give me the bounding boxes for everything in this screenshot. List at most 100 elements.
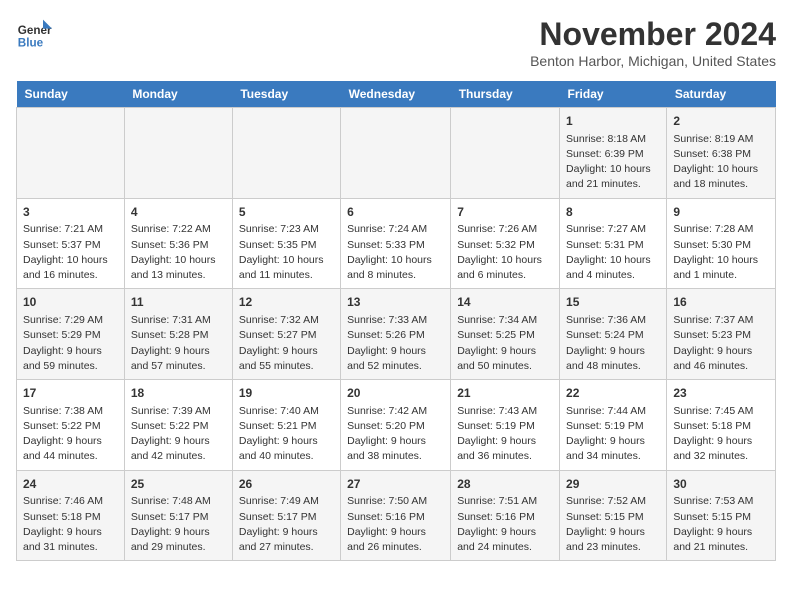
day-number: 8 — [566, 204, 660, 221]
calendar-cell: 18Sunrise: 7:39 AM Sunset: 5:22 PM Dayli… — [124, 380, 232, 471]
calendar-cell — [341, 108, 451, 199]
day-info: Sunrise: 7:51 AM Sunset: 5:16 PM Dayligh… — [457, 494, 553, 555]
calendar-cell: 28Sunrise: 7:51 AM Sunset: 5:16 PM Dayli… — [451, 470, 560, 561]
day-number: 12 — [239, 294, 334, 311]
calendar-cell: 19Sunrise: 7:40 AM Sunset: 5:21 PM Dayli… — [232, 380, 340, 471]
header-day-sunday: Sunday — [17, 81, 125, 108]
calendar-week-4: 17 Sunrise: 7:38 AM Sunset: 5:22 PM Dayli… — [17, 380, 776, 471]
calendar-cell: 21Sunrise: 7:43 AM Sunset: 5:19 PM Dayli… — [451, 380, 560, 471]
day-number: 20 — [347, 385, 444, 402]
day-info: Sunrise: 7:50 AM Sunset: 5:16 PM Dayligh… — [347, 494, 444, 555]
day-info: Sunrise: 7:49 AM Sunset: 5:17 PM Dayligh… — [239, 494, 334, 555]
calendar-cell: 2 Sunrise: 8:19 AM Sunset: 6:38 PM Daylig… — [667, 108, 776, 199]
day-number: 29 — [566, 476, 660, 493]
calendar-cell: 6Sunrise: 7:24 AM Sunset: 5:33 PM Daylig… — [341, 198, 451, 289]
day-info: Sunrise: 7:31 AM Sunset: 5:28 PM Dayligh… — [131, 313, 226, 374]
day-number: 5 — [239, 204, 334, 221]
calendar-header-row: SundayMondayTuesdayWednesdayThursdayFrid… — [17, 81, 776, 108]
day-info: Sunrise: 7:40 AM Sunset: 5:21 PM Dayligh… — [239, 404, 334, 465]
day-number: 15 — [566, 294, 660, 311]
header-day-monday: Monday — [124, 81, 232, 108]
day-info: Sunrise: 7:22 AM Sunset: 5:36 PM Dayligh… — [131, 222, 226, 283]
day-info: Sunrise: 7:24 AM Sunset: 5:33 PM Dayligh… — [347, 222, 444, 283]
day-number: 25 — [131, 476, 226, 493]
calendar-cell: 3Sunrise: 7:21 AM Sunset: 5:37 PM Daylig… — [17, 198, 125, 289]
calendar-cell: 15 Sunrise: 7:36 AM Sunset: 5:24 PM Dayli… — [560, 289, 667, 380]
calendar-cell: 1 Sunrise: 8:18 AM Sunset: 6:39 PM Daylig… — [560, 108, 667, 199]
day-info: Sunrise: 7:28 AM Sunset: 5:30 PM Dayligh… — [673, 222, 769, 283]
calendar-cell: 23 Sunrise: 7:45 AM Sunset: 5:18 PM Dayli… — [667, 380, 776, 471]
day-number: 30 — [673, 476, 769, 493]
day-number: 27 — [347, 476, 444, 493]
day-info: Sunrise: 7:38 AM Sunset: 5:22 PM Dayligh… — [23, 404, 118, 465]
calendar-cell — [124, 108, 232, 199]
calendar-cell: 16 Sunrise: 7:37 AM Sunset: 5:23 PM Dayli… — [667, 289, 776, 380]
calendar-cell: 24Sunrise: 7:46 AM Sunset: 5:18 PM Dayli… — [17, 470, 125, 561]
day-info: Sunrise: 7:33 AM Sunset: 5:26 PM Dayligh… — [347, 313, 444, 374]
day-number: 28 — [457, 476, 553, 493]
day-info: Sunrise: 8:18 AM Sunset: 6:39 PM Dayligh… — [566, 132, 660, 193]
calendar-week-3: 10 Sunrise: 7:29 AM Sunset: 5:29 PM Dayli… — [17, 289, 776, 380]
calendar-cell: 7Sunrise: 7:26 AM Sunset: 5:32 PM Daylig… — [451, 198, 560, 289]
calendar-cell: 10 Sunrise: 7:29 AM Sunset: 5:29 PM Dayli… — [17, 289, 125, 380]
day-info: Sunrise: 7:46 AM Sunset: 5:18 PM Dayligh… — [23, 494, 118, 555]
day-info: Sunrise: 7:43 AM Sunset: 5:19 PM Dayligh… — [457, 404, 553, 465]
calendar-cell: 12Sunrise: 7:32 AM Sunset: 5:27 PM Dayli… — [232, 289, 340, 380]
day-number: 3 — [23, 204, 118, 221]
header-day-tuesday: Tuesday — [232, 81, 340, 108]
day-info: Sunrise: 7:23 AM Sunset: 5:35 PM Dayligh… — [239, 222, 334, 283]
calendar-cell: 30Sunrise: 7:53 AM Sunset: 5:15 PM Dayli… — [667, 470, 776, 561]
day-number: 24 — [23, 476, 118, 493]
day-number: 11 — [131, 294, 226, 311]
day-info: Sunrise: 7:52 AM Sunset: 5:15 PM Dayligh… — [566, 494, 660, 555]
day-number: 16 — [673, 294, 769, 311]
day-number: 26 — [239, 476, 334, 493]
day-info: Sunrise: 8:19 AM Sunset: 6:38 PM Dayligh… — [673, 132, 769, 193]
day-number: 10 — [23, 294, 118, 311]
day-info: Sunrise: 7:27 AM Sunset: 5:31 PM Dayligh… — [566, 222, 660, 283]
page-container: General Blue November 2024 Benton Harbor… — [16, 16, 776, 561]
day-info: Sunrise: 7:36 AM Sunset: 5:24 PM Dayligh… — [566, 313, 660, 374]
day-number: 18 — [131, 385, 226, 402]
calendar-cell — [232, 108, 340, 199]
header-day-saturday: Saturday — [667, 81, 776, 108]
calendar-subtitle: Benton Harbor, Michigan, United States — [530, 53, 776, 69]
day-info: Sunrise: 7:42 AM Sunset: 5:20 PM Dayligh… — [347, 404, 444, 465]
calendar-cell: 13Sunrise: 7:33 AM Sunset: 5:26 PM Dayli… — [341, 289, 451, 380]
calendar-title: November 2024 — [530, 16, 776, 53]
header-day-friday: Friday — [560, 81, 667, 108]
day-number: 17 — [23, 385, 118, 402]
day-number: 23 — [673, 385, 769, 402]
calendar-table: SundayMondayTuesdayWednesdayThursdayFrid… — [16, 81, 776, 561]
calendar-cell — [17, 108, 125, 199]
day-info: Sunrise: 7:45 AM Sunset: 5:18 PM Dayligh… — [673, 404, 769, 465]
day-number: 2 — [673, 113, 769, 130]
logo: General Blue — [16, 16, 52, 52]
calendar-cell — [451, 108, 560, 199]
day-info: Sunrise: 7:37 AM Sunset: 5:23 PM Dayligh… — [673, 313, 769, 374]
calendar-week-1: 1 Sunrise: 8:18 AM Sunset: 6:39 PM Daylig… — [17, 108, 776, 199]
day-info: Sunrise: 7:26 AM Sunset: 5:32 PM Dayligh… — [457, 222, 553, 283]
day-number: 22 — [566, 385, 660, 402]
calendar-week-5: 24Sunrise: 7:46 AM Sunset: 5:18 PM Dayli… — [17, 470, 776, 561]
day-info: Sunrise: 7:48 AM Sunset: 5:17 PM Dayligh… — [131, 494, 226, 555]
day-info: Sunrise: 7:53 AM Sunset: 5:15 PM Dayligh… — [673, 494, 769, 555]
calendar-cell: 11 Sunrise: 7:31 AM Sunset: 5:28 PM Dayli… — [124, 289, 232, 380]
calendar-cell: 27Sunrise: 7:50 AM Sunset: 5:16 PM Dayli… — [341, 470, 451, 561]
calendar-cell: 20 Sunrise: 7:42 AM Sunset: 5:20 PM Dayli… — [341, 380, 451, 471]
day-info: Sunrise: 7:44 AM Sunset: 5:19 PM Dayligh… — [566, 404, 660, 465]
calendar-cell: 17 Sunrise: 7:38 AM Sunset: 5:22 PM Dayli… — [17, 380, 125, 471]
title-block: November 2024 Benton Harbor, Michigan, U… — [530, 16, 776, 69]
day-info: Sunrise: 7:29 AM Sunset: 5:29 PM Dayligh… — [23, 313, 118, 374]
calendar-cell: 9Sunrise: 7:28 AM Sunset: 5:30 PM Daylig… — [667, 198, 776, 289]
calendar-cell: 25Sunrise: 7:48 AM Sunset: 5:17 PM Dayli… — [124, 470, 232, 561]
day-number: 14 — [457, 294, 553, 311]
calendar-cell: 8Sunrise: 7:27 AM Sunset: 5:31 PM Daylig… — [560, 198, 667, 289]
header-day-wednesday: Wednesday — [341, 81, 451, 108]
day-info: Sunrise: 7:21 AM Sunset: 5:37 PM Dayligh… — [23, 222, 118, 283]
header: General Blue November 2024 Benton Harbor… — [16, 16, 776, 69]
svg-text:Blue: Blue — [18, 37, 44, 50]
day-number: 9 — [673, 204, 769, 221]
calendar-cell: 26Sunrise: 7:49 AM Sunset: 5:17 PM Dayli… — [232, 470, 340, 561]
day-number: 1 — [566, 113, 660, 130]
